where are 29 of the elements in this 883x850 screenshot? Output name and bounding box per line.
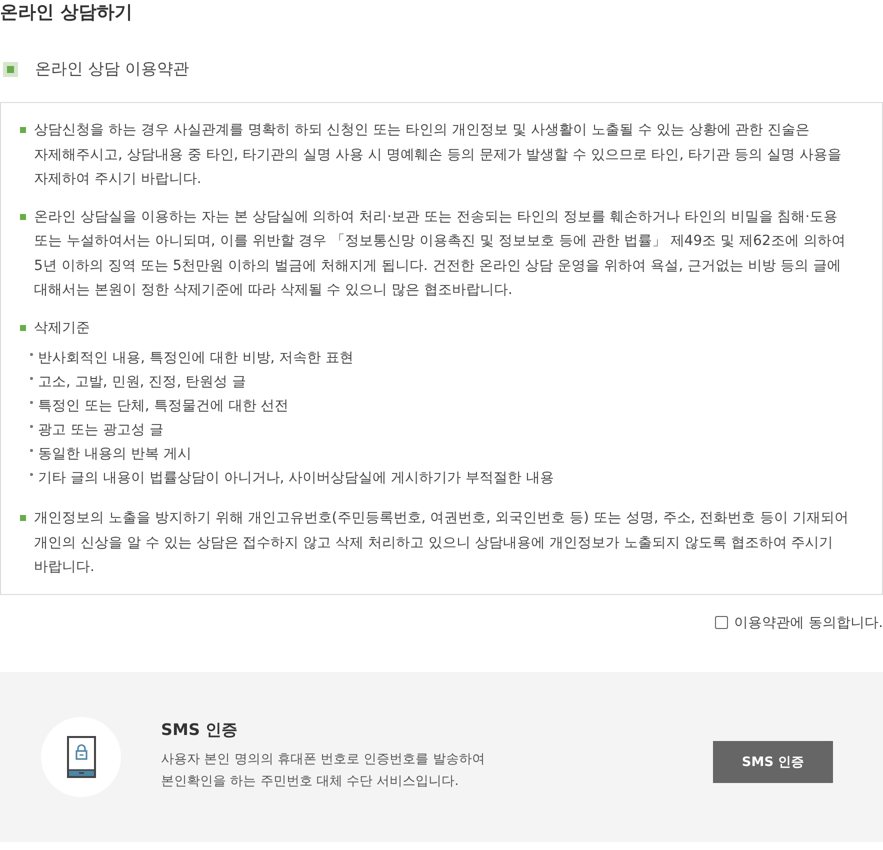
page-title: 온라인 상담하기 [0,1,132,25]
dot-icon [30,425,33,428]
criteria-item: 반사회적인 내용, 특정인에 대한 비방, 저속한 표현 [38,349,354,368]
phone-lock-icon [66,736,96,778]
sms-verify-button[interactable]: SMS 인증 [713,740,833,782]
bullet-icon [20,214,26,220]
terms-paragraph: 상담신청을 하는 경우 사실관계를 명확히 하되 신청인 또는 타인의 개인정보 및 사생활이 노출될 수 있는 상황에 관한 진술은 자제해주시고, 상담내용 중 타인, 타기관의 실명 사용 시 명예훼손 등의 문제가 발생할 수 있으므로 타인, 타기관 등의 실명 사용을 자제하여 주시기 바랍니다. [34,121,842,189]
dot-icon [30,353,33,356]
checkbox-icon[interactable] [715,616,728,629]
agree-checkbox[interactable]: 이용약관에 동의합니다. [715,612,883,634]
criteria-item: 특정인 또는 단체, 특정물건에 대한 선전 [38,397,289,416]
bullet-icon [20,324,26,330]
dot-icon [30,377,33,380]
criteria-item: 광고 또는 광고성 글 [38,421,164,440]
terms-paragraph: 온라인 상담실을 이용하는 자는 본 상담실에 의하여 처리·보관 또는 전송되는 타인의 정보를 훼손하거나 타인의 비밀을 침해·도용 또는 누설하여서는 아니되며, 이를 위반할 경우 「정보통신망 이용촉진 및 정보보호 등에 관한 법률」 제49조 및 제62조에 의하여 5년 이하의 징역 또는 5천만원 이하의 벌금에 처해지게 됩니다. 건전한 온라인 상담 운영을 위하여 욕설, 근거없는 비방 등의 글에 대해서는 본원이 정한 삭제기준에 따라 삭제될 수 있으니 많은 협조바랍니다. [34,208,846,300]
criteria-item: 기타 글의 내용이 법률상담이 아니거나, 사이버상담실에 게시하기가 부적절한 내용 [38,469,554,488]
criteria-item: 고소, 고발, 민원, 진정, 탄원성 글 [38,373,246,392]
bullet-icon [20,127,26,133]
terms-paragraph: 삭제기준 [34,318,90,338]
sms-description: 사용자 본인 명의의 휴대폰 번호로 인증번호를 발송하여 본인확인을 하는 주민번호 대체 수단 서비스입니다. [161,751,486,791]
square-bullet-icon [3,62,18,76]
terms-paragraph: 개인정보의 노출을 방지하기 위해 개인고유번호(주민등록번호, 여권번호, 외국인번호 등) 또는 성명, 주소, 전화번호 등이 기재되어 개인의 신상을 알 수 있는 상담은 접수하지 않고 삭제 처리하고 있으니 상담내용에 개인정보가 노출되지 않도록 협조하여 주시기 바랍니다. [34,509,850,577]
bullet-icon [20,515,26,521]
criteria-item: 동일한 내용의 반복 게시 [38,445,192,464]
sms-title: SMS 인증 [161,720,238,741]
section-heading: 온라인 상담 이용약관 [35,58,190,80]
dot-icon [30,473,33,476]
dot-icon [30,449,33,452]
dot-icon [30,401,33,404]
